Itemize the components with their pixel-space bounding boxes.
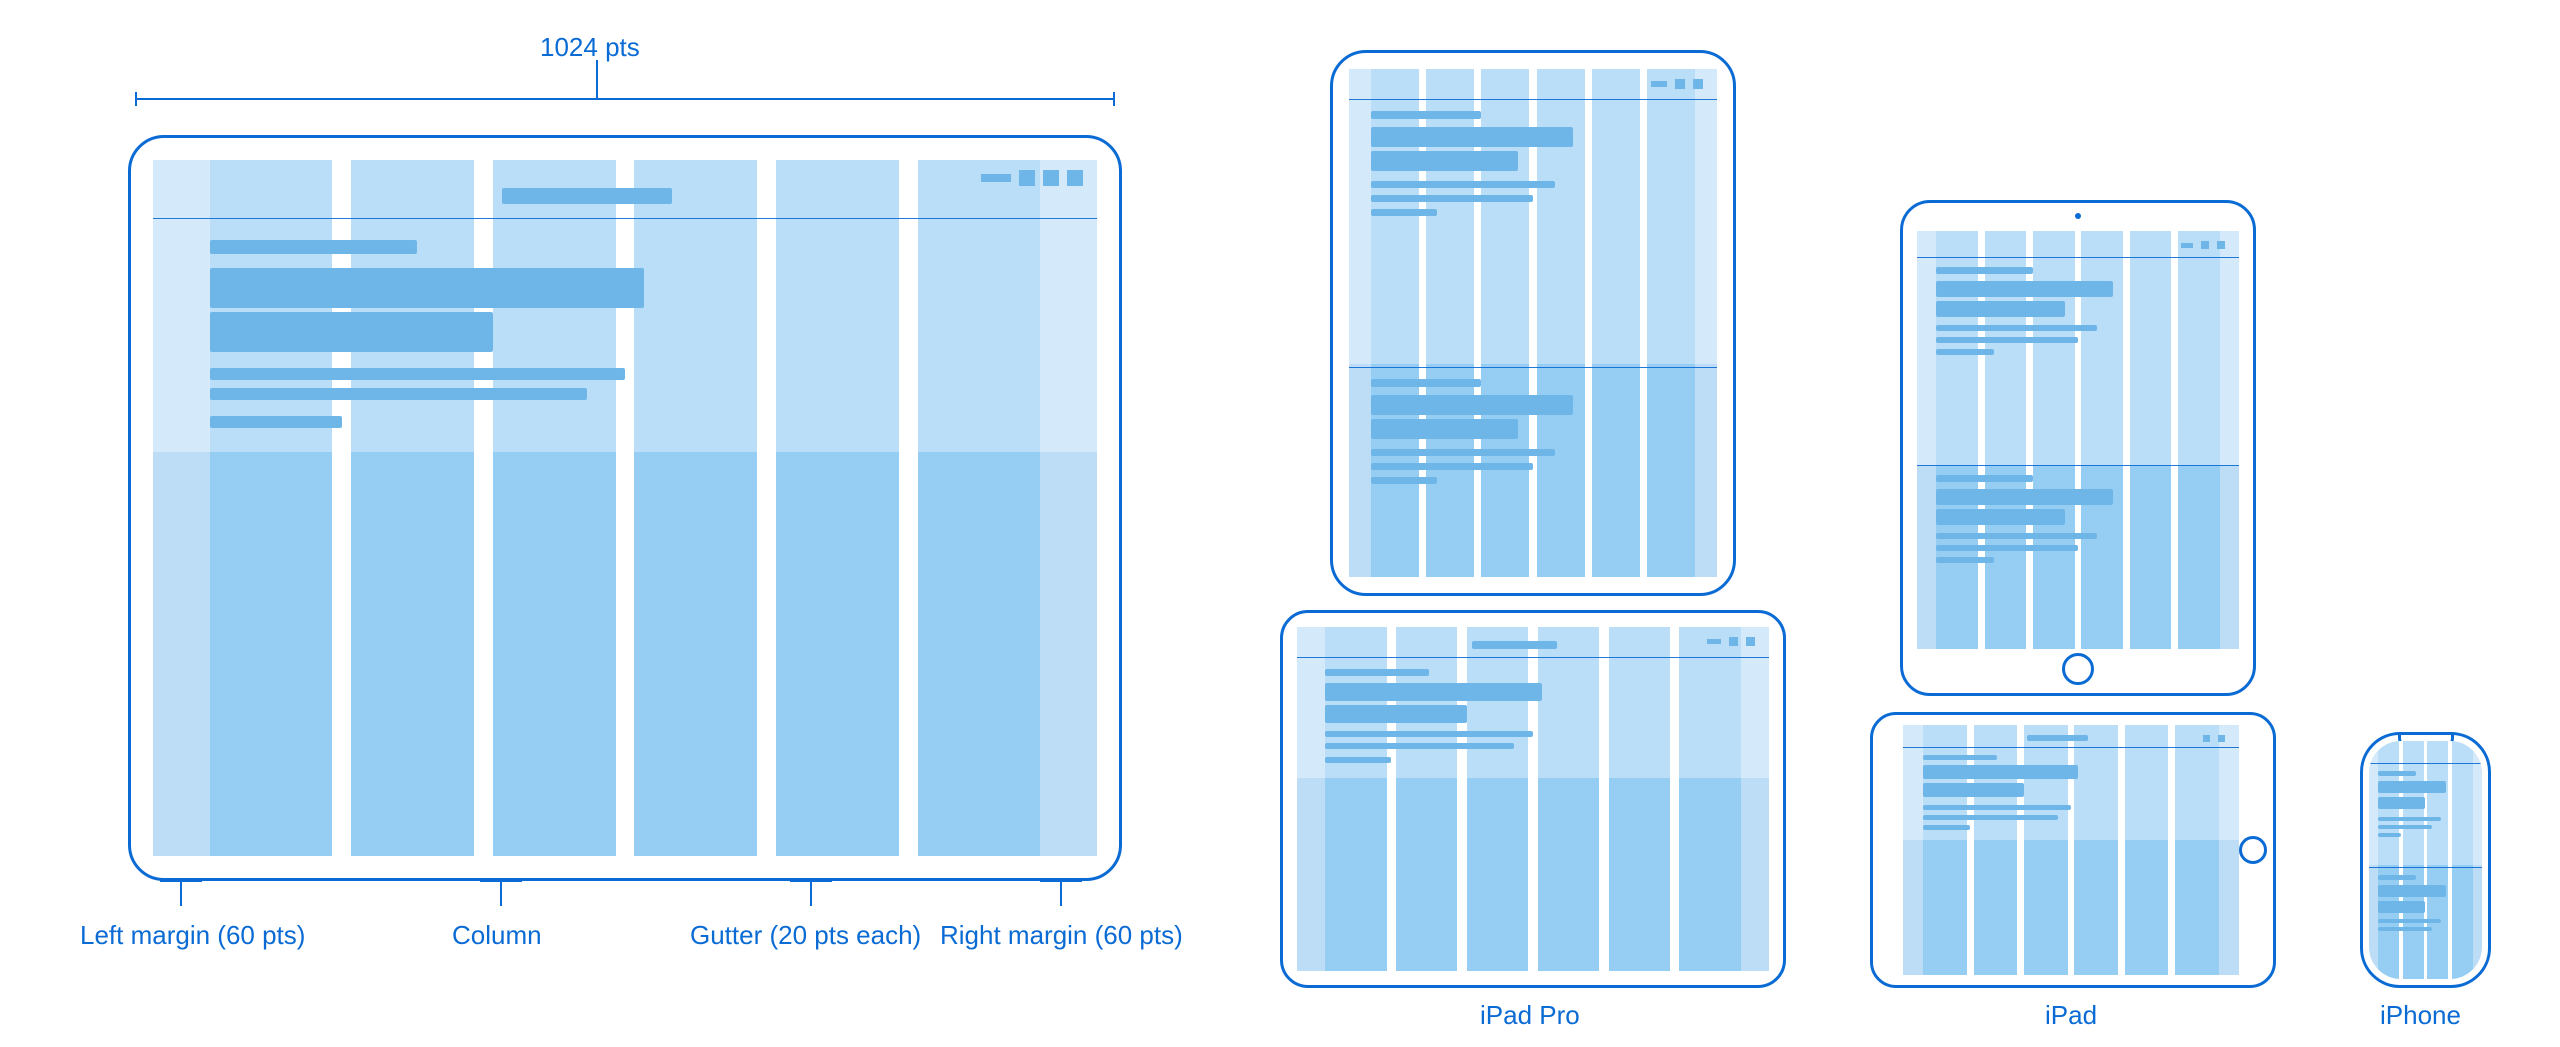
callout-cap — [480, 880, 522, 882]
callout-cap — [160, 880, 202, 882]
device-ipad-pro-landscape — [1280, 610, 1786, 988]
dim-total-width-label: 1024 pts — [540, 32, 640, 63]
callout-column: Column — [452, 920, 542, 951]
dim-tick-right — [1113, 92, 1115, 106]
device-label-ipad-pro: iPad Pro — [1480, 1000, 1580, 1031]
callout-cap — [1040, 880, 1082, 882]
status-bar — [981, 170, 1083, 186]
callout-right-margin: Right margin (60 pts) — [940, 920, 1183, 951]
device-ipad-pro-portrait — [1330, 50, 1736, 596]
device-screen — [153, 160, 1097, 856]
dim-connector — [596, 60, 598, 100]
device-ipad-portrait — [1900, 200, 2256, 696]
device-ipad-landscape — [1870, 712, 2276, 988]
device-label-ipad: iPad — [2045, 1000, 2097, 1031]
home-button-icon — [2239, 836, 2267, 864]
device-iphone — [2360, 732, 2491, 988]
tab-bar — [502, 188, 672, 204]
callout-tick-gutter — [810, 880, 812, 906]
callout-tick-left — [180, 880, 182, 906]
dim-line-top — [135, 98, 1113, 100]
camera-icon — [2075, 213, 2081, 219]
callout-tick-right — [1060, 880, 1062, 906]
text-line — [210, 368, 625, 380]
callout-gutter: Gutter (20 pts each) — [690, 920, 921, 951]
text-line — [210, 240, 418, 254]
device-label-iphone: iPhone — [2380, 1000, 2461, 1031]
device-ipad-pro-large — [128, 135, 1122, 881]
callout-cap — [790, 880, 832, 882]
text-line — [210, 388, 588, 400]
heading-block — [210, 312, 493, 352]
callout-tick-column — [500, 880, 502, 906]
heading-block — [210, 268, 644, 308]
text-line — [210, 416, 342, 428]
dim-tick-left — [135, 92, 137, 106]
home-button-icon — [2062, 653, 2094, 685]
callout-left-margin: Left margin (60 pts) — [80, 920, 305, 951]
